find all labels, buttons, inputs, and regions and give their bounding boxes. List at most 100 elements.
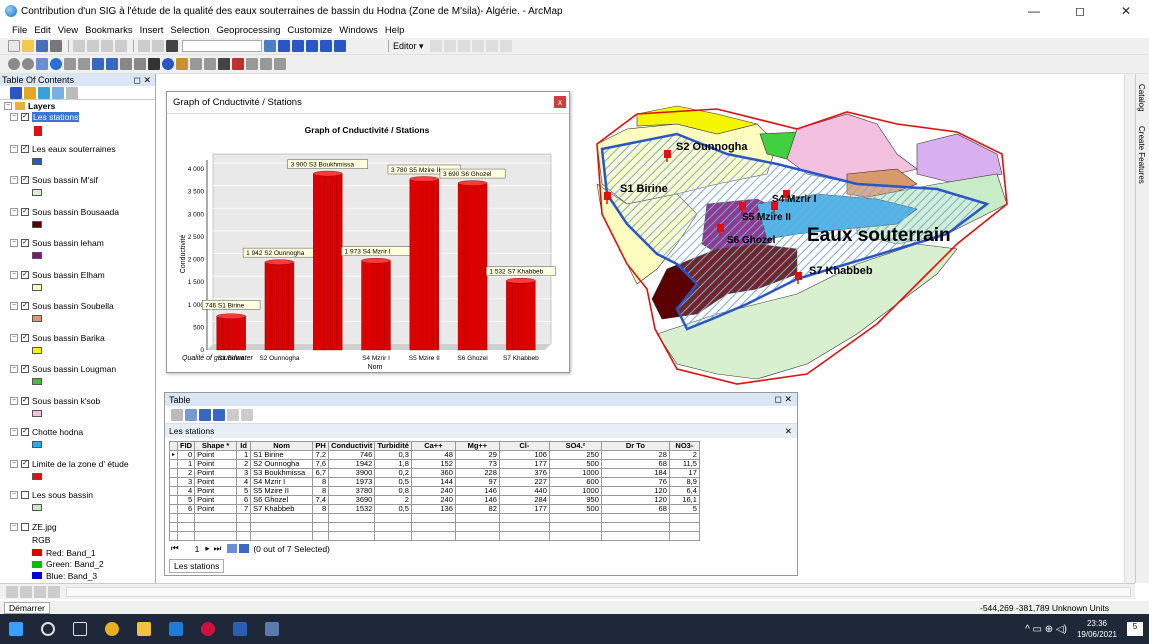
- identify-icon[interactable]: [162, 58, 174, 70]
- collapse-icon[interactable]: −: [10, 333, 18, 342]
- clear-table-selection-icon[interactable]: [227, 408, 239, 421]
- create-features-tab[interactable]: Create Features: [1137, 126, 1146, 184]
- table-row[interactable]: 3 Point 4 S4 Mzrir I 8 1973 0,5 144 97 227 600 76 8,…: [168, 477, 700, 487]
- toc-layer-8[interactable]: − ✓ Sous bassin Lougman: [10, 364, 116, 374]
- menu-help[interactable]: Help: [385, 25, 405, 36]
- go-to-xy-icon[interactable]: [246, 58, 258, 70]
- visibility-checkbox[interactable]: ✓: [21, 428, 29, 436]
- find-route-icon[interactable]: [232, 58, 244, 70]
- attributes-icon[interactable]: [499, 40, 512, 52]
- visibility-checkbox[interactable]: ✓: [21, 333, 29, 342]
- collapse-icon[interactable]: −: [10, 428, 18, 436]
- open-folder-icon[interactable]: [22, 40, 34, 52]
- layer-symbol-swatch[interactable]: [32, 409, 42, 417]
- layer-symbol-swatch[interactable]: [32, 472, 42, 480]
- fixed-zoom-out-icon[interactable]: [78, 58, 90, 70]
- select-by-attributes-icon[interactable]: [199, 408, 211, 421]
- row-selector[interactable]: ▸: [168, 450, 179, 460]
- search-icon[interactable]: [41, 622, 55, 636]
- arcmap-icon[interactable]: [265, 622, 279, 636]
- toc-layer-6[interactable]: − ✓ Sous bassin Soubella: [10, 301, 114, 311]
- maximize-button[interactable]: ◻: [1057, 0, 1103, 22]
- pushpin-symbol-icon[interactable]: [34, 126, 42, 136]
- layer-symbol-swatch[interactable]: [32, 157, 42, 165]
- table-cell[interactable]: 2: [177, 468, 196, 478]
- layer-symbol-swatch[interactable]: [32, 378, 42, 385]
- collapse-icon[interactable]: −: [10, 113, 18, 121]
- toc-layer-3[interactable]: − ✓ Sous bassin Bousaada: [10, 207, 119, 217]
- table-cell[interactable]: 7,4: [312, 495, 330, 505]
- minimize-button[interactable]: —: [1011, 0, 1057, 22]
- table-row[interactable]: 1 Point 2 S2 Ounnogha 7,6 1942 1,8 152 73 177 500 6…: [168, 459, 700, 469]
- catalog-icon[interactable]: [292, 40, 304, 52]
- add-data-icon[interactable]: [166, 40, 178, 52]
- catalog-tab[interactable]: Catalog: [1137, 84, 1146, 112]
- toc-layer-1[interactable]: − ✓ Les eaux souterraines: [10, 144, 116, 154]
- collapse-icon[interactable]: −: [10, 176, 18, 184]
- media-icon[interactable]: [201, 622, 215, 636]
- toc-layer-4[interactable]: − ✓ Sous bassin leham: [10, 238, 104, 248]
- table-of-contents-icon[interactable]: [278, 40, 290, 52]
- toc-pin-close[interactable]: ◻ ✕: [133, 75, 151, 86]
- table-cell[interactable]: 177: [498, 504, 550, 514]
- find-icon[interactable]: [218, 58, 230, 70]
- toc-layer-2[interactable]: − ✓ Sous bassin M'sif: [10, 175, 98, 185]
- clock-date[interactable]: 19/06/2021: [1077, 629, 1117, 640]
- table-cell[interactable]: 3: [177, 477, 196, 487]
- clock-time[interactable]: 23:36: [1077, 618, 1117, 629]
- save-icon[interactable]: [36, 40, 48, 52]
- table-cell[interactable]: 82: [454, 504, 500, 514]
- select-features-icon[interactable]: [120, 58, 132, 70]
- table-cell[interactable]: Point: [194, 504, 238, 514]
- print-icon[interactable]: [50, 40, 62, 52]
- menu-edit[interactable]: Edit: [34, 25, 50, 36]
- toc-layer-10[interactable]: − ✓ Chotte hodna: [10, 427, 83, 437]
- visibility-checkbox[interactable]: [21, 491, 29, 499]
- attribute-table[interactable]: FID Shape * Id Nom PH Conductivit Turbidité Ca+…: [168, 441, 700, 541]
- arctoolbox-icon[interactable]: [320, 40, 332, 52]
- table-layer-close-icon[interactable]: ✕: [785, 426, 792, 437]
- table-cell[interactable]: 500: [548, 504, 602, 514]
- show-all-records-icon[interactable]: [227, 544, 238, 553]
- visibility-checkbox[interactable]: ✓: [21, 302, 29, 310]
- list-by-visibility-icon[interactable]: [38, 86, 50, 99]
- system-tray-icons[interactable]: ^ ▭ ⊕ ◁): [1025, 624, 1067, 635]
- create-viewer-icon[interactable]: [274, 58, 286, 70]
- cut-icon[interactable]: [73, 40, 85, 52]
- current-record[interactable]: 1: [195, 544, 200, 554]
- toc-layer-11[interactable]: − ✓ Limite de la zone d' étude: [10, 459, 129, 469]
- row-selector[interactable]: [168, 486, 179, 496]
- rotate-icon[interactable]: [485, 40, 498, 52]
- layer-symbol-swatch[interactable]: [32, 441, 42, 448]
- menu-bookmarks[interactable]: Bookmarks: [85, 25, 133, 36]
- row-selector[interactable]: [168, 477, 179, 487]
- table-cell[interactable]: 0,5: [374, 504, 412, 514]
- menu-view[interactable]: View: [58, 25, 78, 36]
- delete-icon[interactable]: [115, 40, 127, 52]
- demarrer-button[interactable]: Démarrer: [4, 601, 50, 614]
- table-row[interactable]: 2 Point 3 S3 Boukhmissa 6,7 3900 0,2 360 228 376 1…: [168, 468, 700, 478]
- table-window[interactable]: Table ◻ ✕ Les stations ✕ FID Shape * Id Nom PH…: [164, 392, 798, 576]
- last-record-button[interactable]: ⏭: [214, 543, 222, 554]
- collapse-icon[interactable]: −: [10, 365, 18, 373]
- editor-toolbar-icon[interactable]: [264, 40, 276, 52]
- options-icon[interactable]: [66, 86, 78, 99]
- table-cell[interactable]: 1532: [328, 504, 376, 514]
- table-cell[interactable]: 68: [600, 504, 670, 514]
- layer-symbol-swatch[interactable]: [32, 504, 42, 511]
- collapse-icon[interactable]: −: [10, 270, 18, 279]
- search-window-icon[interactable]: [306, 40, 318, 52]
- table-row[interactable]: 4 Point 5 S5 Mzire II 8 3780 0,8 240 146 440 1000 1…: [168, 486, 700, 496]
- back-icon[interactable]: [92, 58, 104, 70]
- chrome-icon[interactable]: [105, 622, 119, 636]
- scale-combobox[interactable]: [182, 40, 262, 52]
- table-row[interactable]: 6 Point 7 S7 Khabbeb 8 1532 0,5 136 82 177 500 68 5: [168, 504, 700, 514]
- toc-layers-root[interactable]: − Layers: [4, 101, 55, 111]
- table-cell[interactable]: 4: [177, 486, 196, 496]
- toc-layer-7[interactable]: − ✓ Sous bassin Barika: [10, 333, 105, 343]
- layer-symbol-swatch[interactable]: [32, 252, 42, 259]
- pause-drawing-icon[interactable]: [48, 585, 60, 598]
- refresh-icon[interactable]: [34, 585, 46, 598]
- column-header[interactable]: FID: [177, 441, 196, 451]
- select-elements-icon[interactable]: [148, 58, 160, 70]
